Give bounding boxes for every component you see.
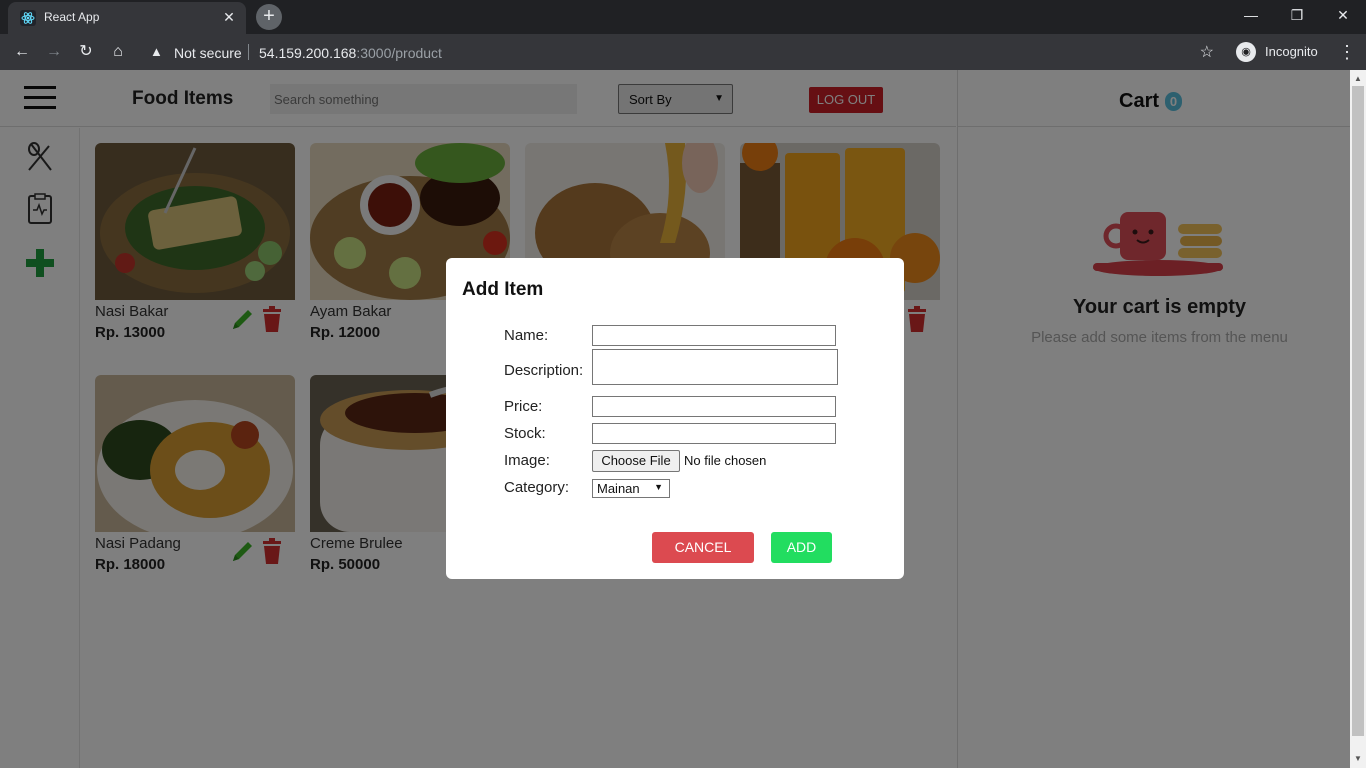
name-label: Name: [504, 327, 549, 344]
stock-input[interactable] [592, 423, 836, 444]
address-bar[interactable]: ▲ Not secure 54.159.200.168:3000/product… [140, 38, 1228, 66]
category-value: Mainan [597, 481, 640, 496]
stock-label: Stock: [504, 425, 546, 442]
address-separator [248, 44, 249, 60]
forward-icon[interactable]: → [44, 42, 64, 62]
category-select[interactable]: Mainan ▼ [592, 479, 670, 498]
browser-tab-bar: React App ✕ + — ❐ ✕ [0, 0, 1366, 34]
bookmark-star-icon[interactable]: ☆ [1200, 42, 1214, 62]
new-tab-button[interactable]: + [256, 4, 282, 30]
modal-title: Add Item [462, 279, 544, 300]
reload-icon[interactable]: ↻ [76, 42, 96, 62]
incognito-icon: ◉ [1236, 42, 1256, 62]
description-textarea[interactable] [592, 349, 838, 385]
name-input[interactable] [592, 325, 836, 346]
back-icon[interactable]: ← [12, 42, 32, 62]
home-icon[interactable]: ⌂ [108, 42, 128, 62]
price-input[interactable] [592, 396, 836, 417]
add-button[interactable]: ADD [771, 532, 832, 563]
react-icon [20, 10, 36, 26]
url-path: :3000/product [356, 45, 442, 61]
browser-toolbar: ← → ↻ ⌂ ▲ Not secure 54.159.200.168:3000… [0, 34, 1366, 70]
incognito-label: Incognito [1265, 44, 1318, 59]
page-scrollbar[interactable]: ▲ ▼ [1350, 70, 1366, 768]
minimize-icon[interactable]: — [1228, 0, 1274, 30]
scroll-up-icon[interactable]: ▲ [1354, 74, 1362, 83]
scroll-thumb[interactable] [1352, 86, 1364, 736]
warning-icon: ▲ [150, 44, 163, 59]
url-text: 54.159.200.168:3000/product [259, 45, 442, 61]
add-item-modal: Add Item Name: Description: Price: Stock… [446, 258, 904, 579]
no-file-chosen-text: No file chosen [684, 453, 767, 468]
browser-menu-icon[interactable]: ⋮ [1338, 42, 1356, 63]
url-host: 54.159.200.168 [259, 45, 357, 61]
choose-file-button[interactable]: Choose File [592, 450, 680, 472]
not-secure-label: Not secure [174, 45, 242, 61]
chevron-down-icon: ▼ [654, 482, 663, 492]
browser-tab[interactable]: React App ✕ [8, 2, 246, 34]
price-label: Price: [504, 398, 543, 415]
tab-title: React App [44, 10, 100, 24]
image-label: Image: [504, 452, 550, 469]
tab-close-icon[interactable]: ✕ [220, 8, 238, 26]
incognito-indicator[interactable]: ◉ Incognito [1234, 38, 1352, 66]
restore-icon[interactable]: ❐ [1274, 0, 1320, 30]
description-label: Description: [504, 362, 584, 379]
cancel-button[interactable]: CANCEL [652, 532, 754, 563]
category-label: Category: [504, 479, 570, 496]
scroll-down-icon[interactable]: ▼ [1354, 754, 1362, 763]
window-close-icon[interactable]: ✕ [1320, 0, 1366, 30]
page-viewport: Food Items Sort By ▼ LOG OUT [0, 70, 1366, 768]
